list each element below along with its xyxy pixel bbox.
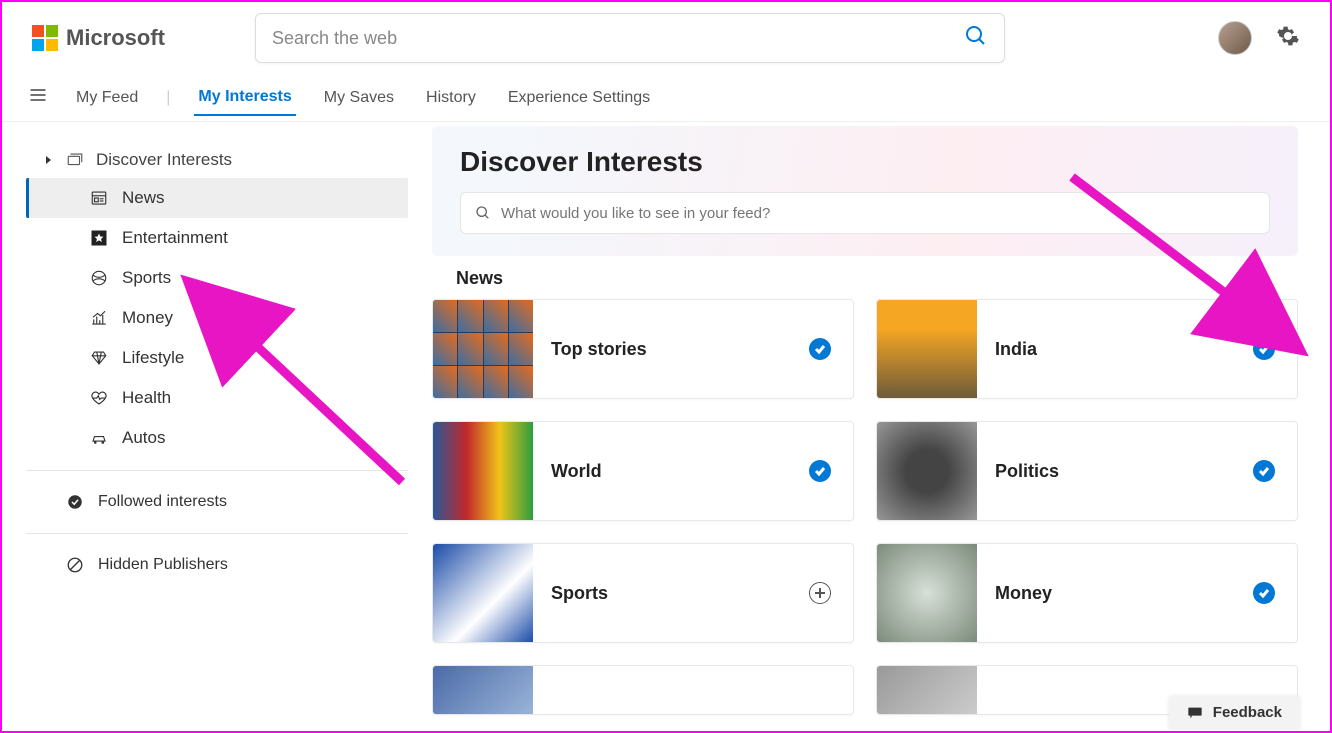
star-icon	[90, 229, 108, 247]
card-label: World	[533, 461, 809, 482]
followed-check-icon[interactable]	[1253, 338, 1275, 360]
tab-history[interactable]: History	[422, 81, 480, 115]
hero-banner: Discover Interests	[432, 126, 1298, 256]
check-circle-icon	[66, 493, 84, 511]
sidebar-item-money[interactable]: Money	[26, 298, 408, 338]
card-top-stories[interactable]: Top stories	[432, 299, 854, 399]
tab-experience-settings[interactable]: Experience Settings	[504, 81, 654, 115]
card-label: Sports	[533, 583, 809, 604]
sidebar-header-label: Discover Interests	[96, 150, 232, 170]
sidebar-item-entertainment[interactable]: Entertainment	[26, 218, 408, 258]
ball-icon	[90, 269, 108, 287]
search-icon[interactable]	[964, 24, 988, 53]
hero-search-input[interactable]	[501, 205, 1255, 222]
sidebar: Discover Interests News Entertainment Sp…	[2, 122, 432, 731]
add-interest-icon[interactable]	[809, 582, 831, 604]
followed-check-icon[interactable]	[1253, 582, 1275, 604]
microsoft-logo-icon	[32, 25, 58, 51]
hero-search[interactable]	[460, 192, 1270, 234]
sidebar-item-autos[interactable]: Autos	[26, 418, 408, 458]
card-thumbnail	[877, 543, 977, 643]
card-thumbnail	[433, 665, 533, 715]
sidebar-item-label: Autos	[122, 428, 165, 448]
diamond-icon	[90, 349, 108, 367]
sidebar-item-label: Sports	[122, 268, 171, 288]
sidebar-item-label: News	[122, 188, 165, 208]
sidebar-header[interactable]: Discover Interests	[26, 142, 408, 178]
nav-divider: |	[166, 89, 170, 107]
chart-up-icon	[90, 309, 108, 327]
web-search-input[interactable]	[272, 28, 964, 49]
sidebar-link-label: Followed interests	[98, 493, 227, 511]
gear-icon[interactable]	[1276, 24, 1300, 53]
feedback-label: Feedback	[1213, 704, 1282, 721]
card-politics[interactable]: Politics	[876, 421, 1298, 521]
card-partial[interactable]	[432, 665, 854, 715]
card-thumbnail	[433, 299, 533, 399]
card-label: Politics	[977, 461, 1253, 482]
card-india[interactable]: India	[876, 299, 1298, 399]
card-thumbnail	[877, 421, 977, 521]
search-icon	[475, 205, 491, 221]
card-thumbnail	[433, 421, 533, 521]
header: Microsoft	[2, 2, 1330, 74]
content: Discover Interests News Entertainment Sp…	[2, 122, 1330, 731]
sidebar-item-label: Health	[122, 388, 171, 408]
section-title: News	[456, 268, 1298, 289]
sidebar-item-label: Money	[122, 308, 173, 328]
card-world[interactable]: World	[432, 421, 854, 521]
heart-icon	[90, 389, 108, 407]
sidebar-divider	[26, 533, 408, 534]
chevron-right-icon	[44, 155, 54, 165]
tab-my-feed[interactable]: My Feed	[72, 81, 142, 115]
nav-tabs: My Feed | My Interests My Saves History …	[2, 74, 1330, 122]
card-thumbnail	[877, 299, 977, 399]
main: Discover Interests News Top stories Indi…	[432, 122, 1330, 731]
sidebar-item-label: Entertainment	[122, 228, 228, 248]
cards-icon	[66, 152, 84, 168]
followed-check-icon[interactable]	[1253, 460, 1275, 482]
card-money[interactable]: Money	[876, 543, 1298, 643]
car-icon	[90, 429, 108, 447]
card-label: Money	[977, 583, 1253, 604]
block-icon	[66, 556, 84, 574]
tab-my-interests[interactable]: My Interests	[194, 80, 295, 116]
card-thumbnail	[877, 665, 977, 715]
sidebar-item-health[interactable]: Health	[26, 378, 408, 418]
sidebar-followed-interests[interactable]: Followed interests	[26, 483, 408, 521]
hero-title: Discover Interests	[460, 146, 1270, 178]
card-sports[interactable]: Sports	[432, 543, 854, 643]
sidebar-item-news[interactable]: News	[26, 178, 408, 218]
tab-my-saves[interactable]: My Saves	[320, 81, 398, 115]
feedback-button[interactable]: Feedback	[1169, 696, 1300, 729]
header-actions	[1218, 21, 1300, 55]
sidebar-item-sports[interactable]: Sports	[26, 258, 408, 298]
sidebar-link-label: Hidden Publishers	[98, 556, 228, 574]
sidebar-item-label: Lifestyle	[122, 348, 184, 368]
sidebar-hidden-publishers[interactable]: Hidden Publishers	[26, 546, 408, 584]
news-icon	[90, 189, 108, 207]
web-search-bar[interactable]	[255, 13, 1005, 63]
cards-grid: Top stories India World Politics Spo	[432, 299, 1298, 715]
hamburger-icon[interactable]	[28, 85, 48, 110]
card-label: Top stories	[533, 339, 809, 360]
followed-check-icon[interactable]	[809, 460, 831, 482]
sidebar-divider	[26, 470, 408, 471]
avatar[interactable]	[1218, 21, 1252, 55]
feedback-icon	[1187, 706, 1203, 720]
sidebar-item-lifestyle[interactable]: Lifestyle	[26, 338, 408, 378]
card-thumbnail	[433, 543, 533, 643]
brand-logo[interactable]: Microsoft	[32, 25, 165, 51]
brand-name: Microsoft	[66, 25, 165, 51]
card-label: India	[977, 339, 1253, 360]
followed-check-icon[interactable]	[809, 338, 831, 360]
